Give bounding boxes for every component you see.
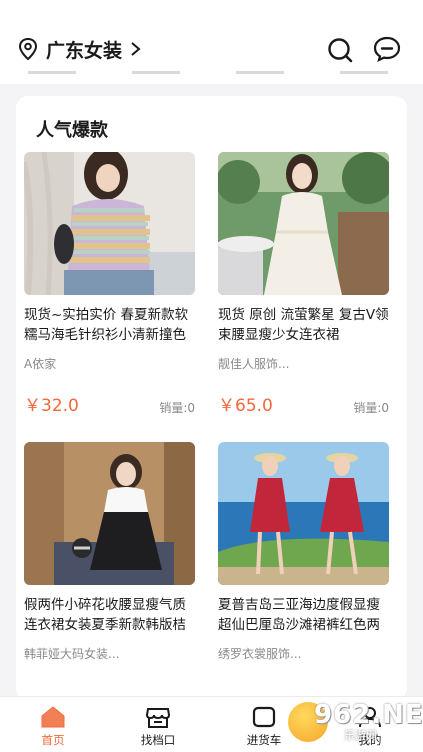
shop-name[interactable]: A依家 [24,355,195,373]
shop-name[interactable]: 绣罗衣裳服饰... [218,645,389,663]
product-price: ￥65.0 [218,396,273,416]
product-card[interactable]: 假两件小碎花收腰显瘦气质连衣裙女装夏季新款韩版桔 韩菲娅大码女装... [24,442,195,663]
location-selector[interactable]: 广东女装 [18,36,142,62]
tab-shops[interactable]: 找档口 [118,697,198,752]
content-panel: 人气爆款 现货~实拍实价 春夏新款软糯马海毛针织衫小清新撞色 A依家 ￥32.0… [0,84,423,700]
product-image[interactable] [218,152,389,295]
category-row-peek [0,66,423,82]
product-card[interactable]: 现货 原创 流萤繁星 复古V领束腰显瘦少女连衣裙 靓佳人服饰... ￥65.0 … [218,152,389,416]
product-footer: ￥65.0 销量:0 [218,391,389,416]
top-bar: 广东女装 [0,0,423,70]
product-title: 现货 原创 流萤繁星 复古V领束腰显瘦少女连衣裙 [218,307,389,343]
search-icon[interactable] [327,37,353,63]
location-pin-icon [18,37,38,61]
product-title: 现货~实拍实价 春夏新款软糯马海毛针织衫小清新撞色 [24,307,189,343]
peek-item [132,66,180,74]
product-title: 夏普吉岛三亚海边度假显瘦超仙巴厘岛沙滩裙裤红色两 [218,597,380,633]
watermark-number: 962.NET [314,700,423,730]
watermark: 962.NET 乐游网 [284,700,423,748]
chevron-right-icon [131,42,141,56]
watermark-sub: 乐游网 [344,729,377,742]
shop-name[interactable]: 韩菲娅大码女装... [24,645,195,663]
product-image[interactable] [218,442,389,585]
cart-icon [252,706,276,728]
product-sales: 销量:0 [159,401,195,415]
location-label: 广东女装 [46,39,123,62]
product-image[interactable] [24,152,195,295]
shop-name[interactable]: 靓佳人服饰... [218,355,389,373]
product-sales: 销量:0 [353,401,389,415]
popular-section: 人气爆款 现货~实拍实价 春夏新款软糯马海毛针织衫小清新撞色 A依家 ￥32.0… [16,96,407,700]
peek-item [236,66,284,74]
peek-item [340,66,388,74]
peek-item [28,66,76,74]
product-image[interactable] [24,442,195,585]
tab-label: 首页 [41,733,65,747]
shop-icon [145,708,171,728]
section-title: 人气爆款 [36,120,108,141]
product-card[interactable]: 现货~实拍实价 春夏新款软糯马海毛针织衫小清新撞色 A依家 ￥32.0 销量:0 [24,152,195,416]
product-card[interactable]: 夏普吉岛三亚海边度假显瘦超仙巴厘岛沙滩裙裤红色两 绣罗衣裳服饰... [218,442,389,663]
product-price: ￥32.0 [24,396,79,416]
product-footer: ￥32.0 销量:0 [24,391,195,416]
message-icon[interactable] [373,36,401,62]
product-title: 假两件小碎花收腰显瘦气质连衣裙女装夏季新款韩版桔 [24,597,186,633]
tab-home[interactable]: 首页 [13,697,93,752]
tab-label: 找档口 [140,733,176,747]
home-icon [41,706,65,728]
